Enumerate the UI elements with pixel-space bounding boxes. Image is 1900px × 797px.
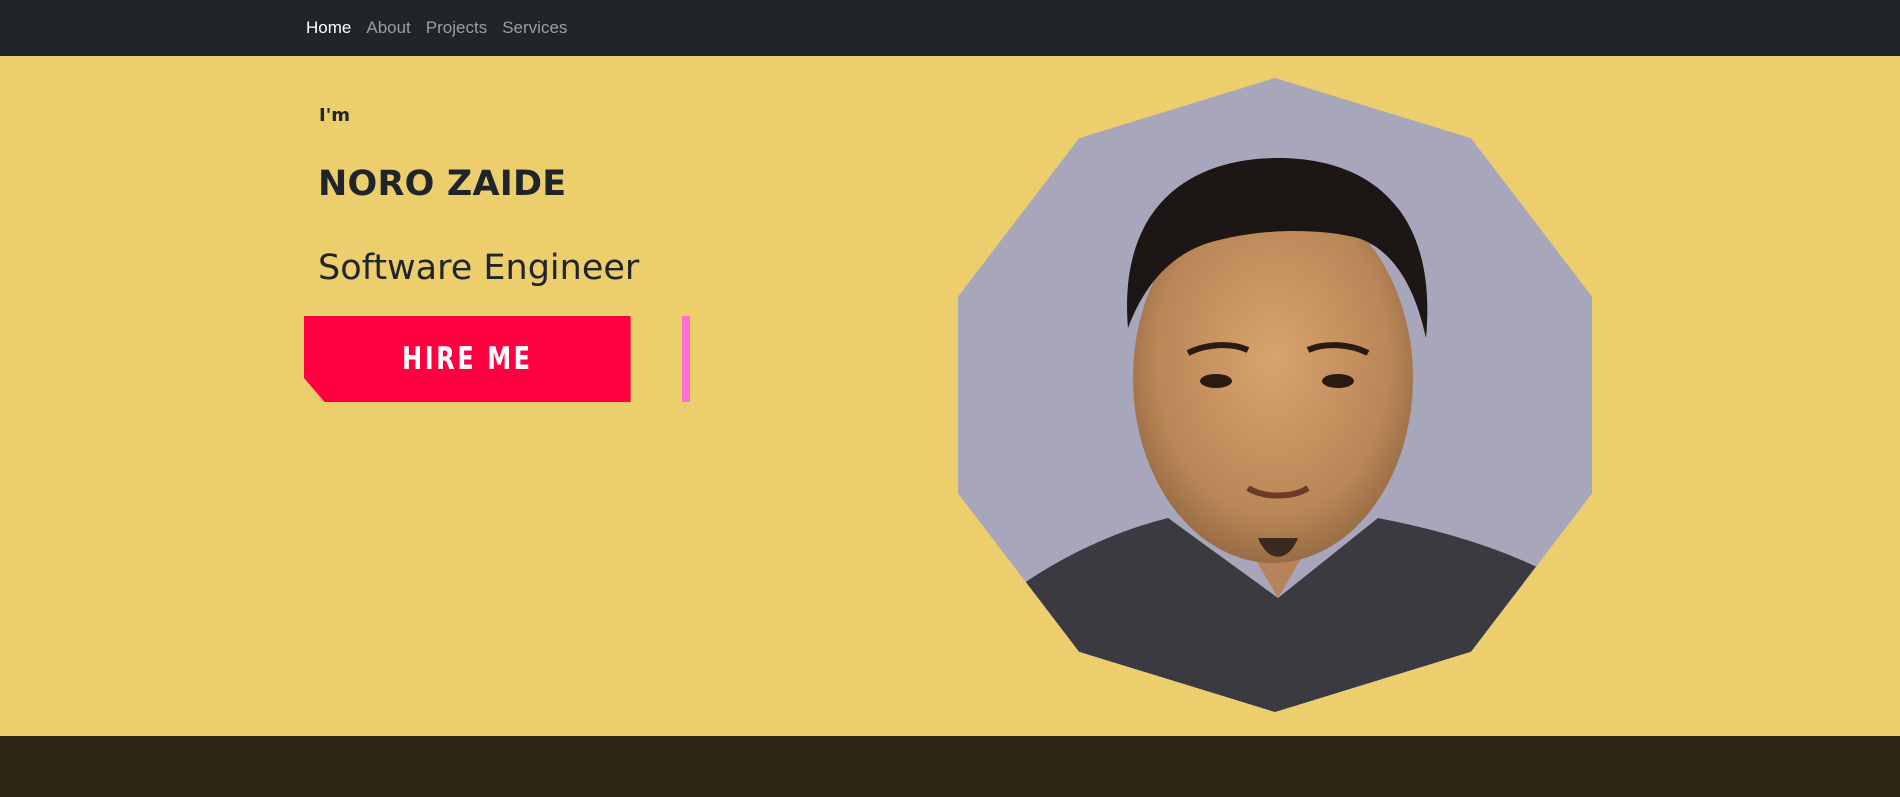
hire-me-button[interactable]: HIRE ME: [304, 316, 631, 402]
nav-home[interactable]: Home: [306, 18, 351, 38]
nav-services[interactable]: Services: [502, 18, 567, 38]
nav-links: Home About Projects Services: [306, 0, 567, 56]
top-navbar: Home About Projects Services: [0, 0, 1900, 56]
hire-me-accent: [682, 316, 690, 402]
profile-photo: [958, 78, 1592, 712]
nav-about[interactable]: About: [366, 18, 410, 38]
hire-me-wrapper: HIRE ME: [304, 316, 690, 402]
hero-section: I'm NORO ZAIDE Software Engineer HIRE ME: [0, 56, 1900, 736]
footer-band: [0, 736, 1900, 797]
hero-intro: I'm: [319, 105, 350, 126]
hero-role: Software Engineer: [318, 248, 640, 288]
portrait-illustration: [958, 78, 1592, 712]
hero-name: NORO ZAIDE: [318, 164, 567, 204]
nav-projects[interactable]: Projects: [426, 18, 487, 38]
